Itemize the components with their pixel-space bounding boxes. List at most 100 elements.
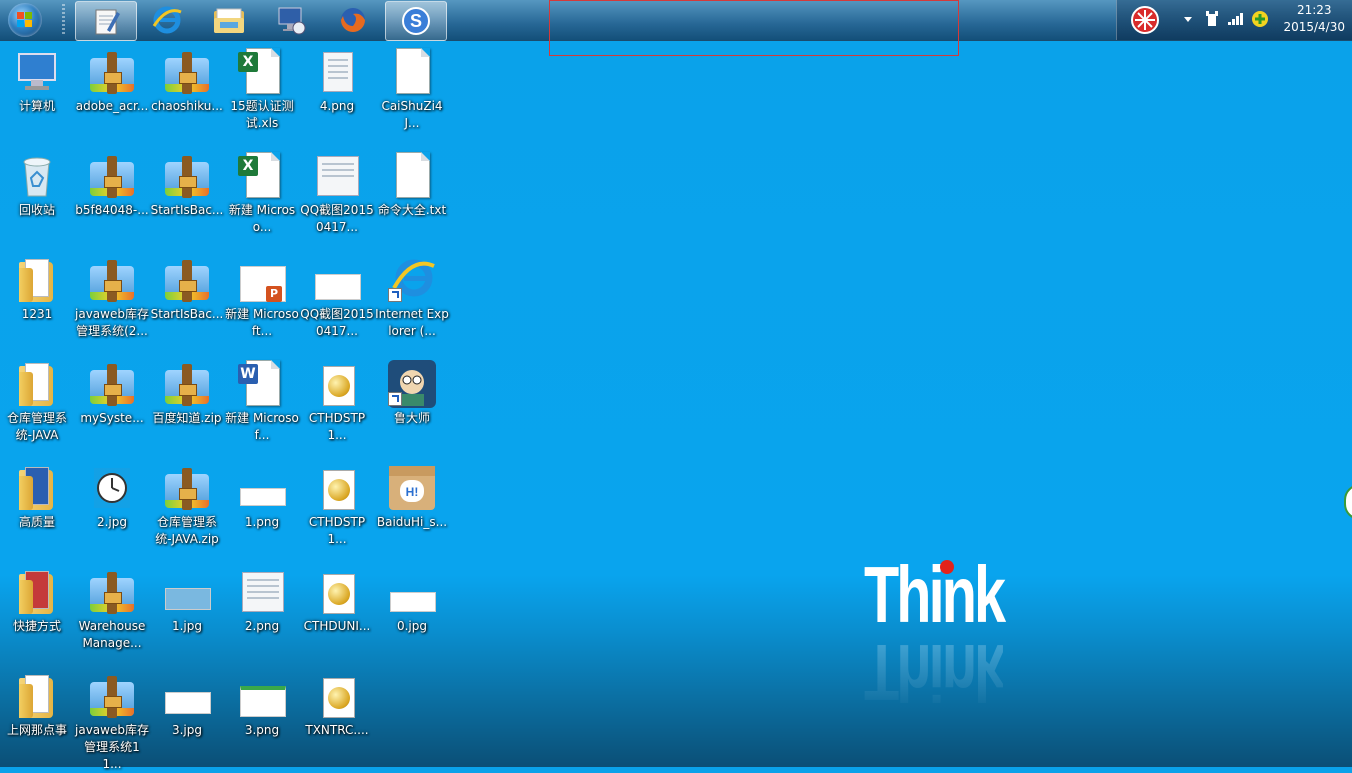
desktop-icon-recycle-bin[interactable]: 回收站 [0, 148, 74, 248]
desktop-icon-image[interactable]: 2.png [225, 564, 299, 664]
text-file-icon [388, 152, 436, 200]
firefox-icon [341, 8, 365, 32]
icon-label: chaoshiku... [151, 99, 223, 113]
security-status-icon[interactable] [1251, 10, 1269, 28]
desktop-icon-folder[interactable]: 1231 [0, 252, 74, 352]
desktop-icon-ludashi[interactable]: 鲁大师 [375, 356, 449, 456]
desktop-icon-folder[interactable]: 高质量 [0, 460, 74, 560]
taskbar-firefox-button[interactable] [323, 1, 383, 39]
desktop-icon-image[interactable]: QQ截图20150417... [300, 252, 374, 352]
icon-label: TXNTRC.... [305, 723, 369, 737]
desktop-icon-image[interactable]: 1.png [225, 460, 299, 560]
desktop-icon-word[interactable]: W 新建 Microsof... [225, 356, 299, 456]
desktop-icon-image[interactable]: QQ截图20150417... [300, 148, 374, 248]
icon-label: 仓库管理系统-JAVA.zip [155, 515, 219, 546]
desktop-icon-zip[interactable]: mySyste... [75, 356, 149, 456]
icon-label: 命令大全.txt [377, 203, 447, 217]
icon-label: 新建 Microsof... [225, 411, 299, 442]
think-logo-reflection: Think [864, 628, 1004, 717]
taskbar-sogou-button[interactable]: S [385, 1, 447, 41]
system-tray: 21:23 2015/4/30 [1116, 0, 1352, 40]
icon-label: 1.png [244, 515, 280, 529]
desktop-icon-folder[interactable]: 上网那点事 [0, 668, 74, 768]
desktop-icon-text[interactable]: 命令大全.txt [375, 148, 449, 248]
zip-archive-icon [88, 568, 136, 616]
icon-label: 1231 [21, 307, 53, 321]
system-file-icon [313, 568, 361, 616]
baiduhi-package-icon: H! [388, 464, 436, 512]
taskbar-notepad-button[interactable] [75, 1, 137, 41]
tray-app-icon[interactable] [1129, 5, 1161, 37]
desktop-icon-powerpoint[interactable]: P 新建 Microsoft... [225, 252, 299, 352]
desktop-icon-file[interactable]: CTHDSTP1... [300, 356, 374, 456]
start-button[interactable] [8, 3, 42, 37]
desktop-icon-zip[interactable]: Warehouse Manage... [75, 564, 149, 664]
desktop-icon-image[interactable]: 2.jpg [75, 460, 149, 560]
icon-label: StartIsBac... [150, 203, 224, 217]
icon-label: 计算机 [18, 99, 55, 113]
quicklaunch-separator [62, 4, 65, 36]
desktop-icon-image[interactable]: 4.png [300, 44, 374, 144]
shortcut-arrow-icon [388, 392, 402, 406]
zip-archive-icon [163, 464, 211, 512]
powerpoint-file-icon: P [238, 256, 286, 304]
image-thumbnail-icon [238, 672, 286, 720]
desktop-icon-file[interactable]: CTHDSTP1... [300, 460, 374, 560]
desktop-icon-ie-shortcut[interactable]: Internet Explorer (... [375, 252, 449, 352]
taskbar-explorer-button[interactable] [199, 1, 259, 39]
icon-label: Warehouse Manage... [78, 619, 146, 650]
desktop-icon-image[interactable]: 1.jpg [150, 564, 224, 664]
desktop-icon-excel[interactable]: X 新建 Microso... [225, 148, 299, 248]
desktop-icon-zip[interactable]: 仓库管理系统-JAVA.zip [150, 460, 224, 560]
icon-label: 仓库管理系统-JAVA [6, 411, 67, 442]
icon-label: 新建 Microso... [228, 203, 296, 234]
image-thumbnail-icon [313, 152, 361, 200]
desktop-icon-computer[interactable]: 计算机 [0, 44, 74, 144]
desktop-icon-zip[interactable]: 百度知道.zip [150, 356, 224, 456]
zip-archive-icon [88, 360, 136, 408]
folder-icon [13, 256, 61, 304]
desktop-icon-zip[interactable]: chaoshiku... [150, 44, 224, 144]
desktop-icon-zip[interactable]: b5f84048-... [75, 148, 149, 248]
desktop-icon-zip[interactable]: javaweb库存管理系统11... [75, 668, 149, 771]
desktop-icon-folder[interactable]: 仓库管理系统-JAVA [0, 356, 74, 456]
icon-label: 快捷方式 [12, 619, 61, 633]
icon-label: CaiShuZi4J... [381, 99, 443, 130]
sogou-input-icon: S [402, 7, 430, 35]
taskbar-ie-button[interactable] [137, 1, 197, 39]
network-signal-icon[interactable] [1227, 12, 1245, 26]
desktop-icon-zip[interactable]: StartIsBac... [150, 252, 224, 352]
zip-archive-icon [163, 48, 211, 96]
desktop-icon-excel[interactable]: X 15题认证测试.xls [225, 44, 299, 144]
computer-icon [13, 48, 61, 96]
desktop-icon-file[interactable]: TXNTRC.... [300, 668, 374, 768]
zip-archive-icon [163, 256, 211, 304]
taskbar-network-button[interactable] [261, 1, 321, 39]
desktop-icon-zip[interactable]: StartIsBac... [150, 148, 224, 248]
icon-label: BaiduHi_s... [376, 515, 448, 529]
system-file-icon [313, 672, 361, 720]
desktop-icon-image[interactable]: 3.jpg [150, 668, 224, 768]
desktop-icon-zip[interactable]: javaweb库存管理系统(2... [75, 252, 149, 352]
svg-text:S: S [410, 11, 422, 31]
system-clock[interactable]: 21:23 2015/4/30 [1283, 2, 1345, 36]
icon-label: CTHDUNI... [303, 619, 371, 633]
desktop-icon-image[interactable]: 3.png [225, 668, 299, 768]
desktop-icon-folder[interactable]: 快捷方式 [0, 564, 74, 664]
desktop-icon-text[interactable]: CaiShuZi4J... [375, 44, 449, 144]
desktop-icon-file[interactable]: CTHDUNI... [300, 564, 374, 664]
icon-label: CTHDSTP1... [308, 411, 366, 442]
icon-label: 3.png [244, 723, 280, 737]
power-plug-icon[interactable] [1205, 10, 1219, 28]
desktop-icon-image[interactable]: 0.jpg [375, 564, 449, 664]
desktop-icon-baiduhi[interactable]: H! BaiduHi_s... [375, 460, 449, 560]
zip-archive-icon [163, 152, 211, 200]
excel-file-icon: X [238, 48, 286, 96]
desktop-icon-zip[interactable]: adobe_acr... [75, 44, 149, 144]
edge-widget-icon[interactable] [1344, 484, 1352, 520]
folder-icon [13, 360, 61, 408]
icon-label: javaweb库存管理系统11... [75, 723, 149, 771]
tray-expand-arrow-icon[interactable] [1183, 14, 1193, 24]
image-thumbnail-icon [238, 464, 286, 512]
text-file-icon [388, 48, 436, 96]
